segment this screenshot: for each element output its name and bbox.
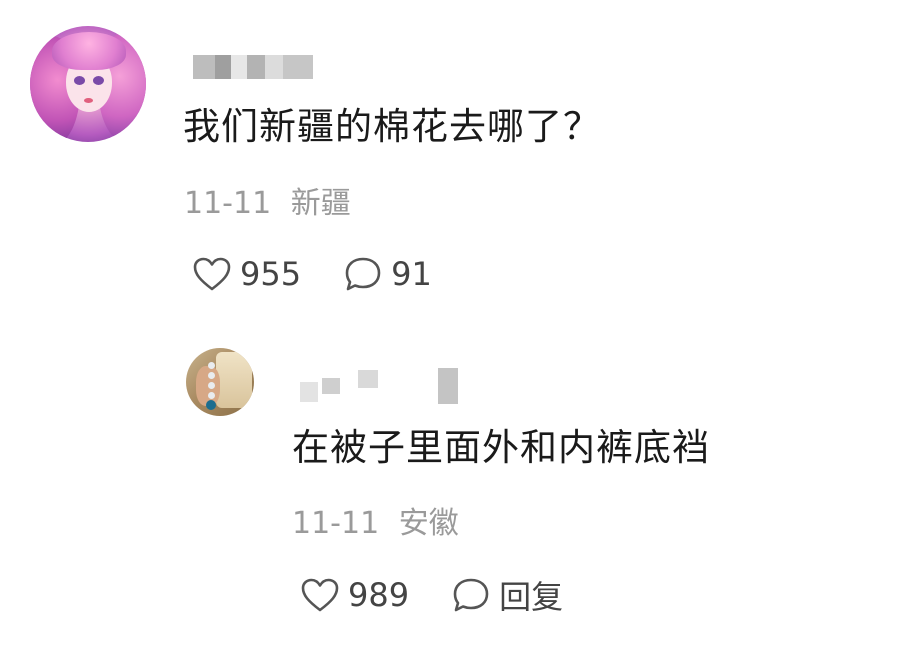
redaction-block [322, 378, 340, 394]
avatar-bead [208, 362, 215, 369]
redaction-block [283, 55, 313, 79]
redaction-block [300, 382, 318, 402]
reply-button[interactable]: 回复 [451, 572, 563, 618]
reply-count: 91 [391, 255, 432, 293]
redaction-block [247, 55, 265, 79]
reply-username-redacted[interactable] [300, 368, 460, 408]
comment-meta: 11-11 新疆 [184, 184, 351, 224]
comment-text: 我们新疆的棉花去哪了？ [183, 105, 601, 148]
avatar-lips [84, 98, 93, 103]
comment-location: 新疆 [290, 186, 351, 221]
reply-date: 11-11 [292, 506, 380, 541]
redaction-block [231, 55, 247, 79]
redaction-block [215, 55, 231, 79]
avatar-eye-right [93, 76, 104, 85]
avatar-bead [208, 392, 215, 399]
heart-outline-icon [192, 256, 232, 292]
comment-item: 我们新疆的棉花去哪了？ 11-11 新疆 955 91 [0, 0, 900, 320]
like-count: 955 [240, 255, 302, 293]
reply-avatar[interactable] [186, 348, 254, 416]
redaction-block [438, 368, 458, 404]
like-button[interactable]: 955 [192, 255, 301, 293]
redaction-block [358, 370, 378, 388]
reply-actions: 989 回复 [300, 573, 563, 617]
like-count: 989 [348, 576, 410, 614]
redaction-block [265, 55, 283, 79]
avatar-background [216, 352, 252, 408]
avatar-bead [208, 382, 215, 389]
avatar-bead [208, 372, 215, 379]
redaction-block [193, 55, 215, 79]
avatar-eye-left [74, 76, 85, 85]
speech-bubble-icon [343, 255, 383, 293]
like-button[interactable]: 989 [300, 576, 409, 614]
reply-text: 在被子里面外和内裤底裆 [292, 426, 710, 469]
reply-item: 在被子里面外和内裤底裆 11-11 安徽 989 回复 [0, 330, 900, 646]
reply-count-button[interactable]: 91 [343, 255, 432, 293]
reply-location: 安徽 [398, 506, 459, 541]
avatar-jade-pendant [206, 400, 216, 410]
reply-label: 回复 [499, 578, 564, 616]
speech-bubble-icon [451, 576, 491, 614]
heart-outline-icon [300, 577, 340, 613]
username-redacted[interactable] [193, 55, 313, 79]
reply-meta: 11-11 安徽 [292, 504, 459, 544]
comment-actions: 955 91 [192, 252, 432, 296]
avatar[interactable] [30, 26, 146, 142]
avatar-fringe [52, 32, 126, 70]
comment-date: 11-11 [184, 186, 272, 221]
